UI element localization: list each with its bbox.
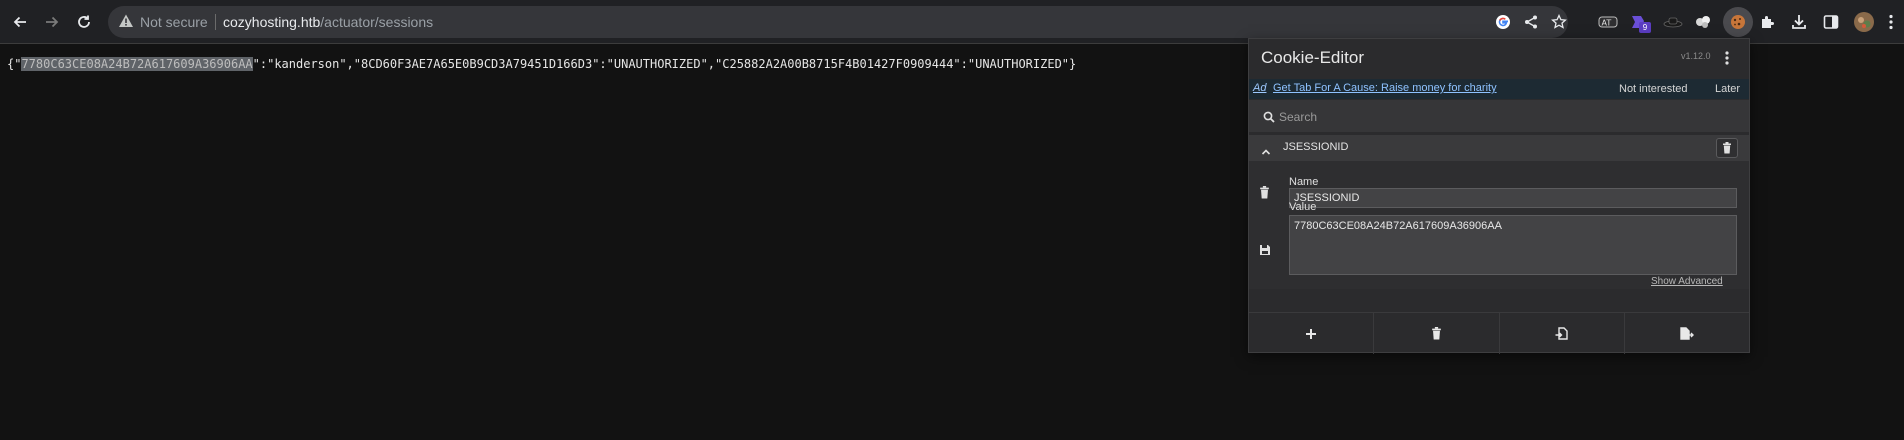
trash-icon: [1260, 186, 1269, 199]
delete-cookie-button[interactable]: [1716, 138, 1738, 158]
import-icon: [1555, 327, 1568, 340]
trash-icon: [1723, 142, 1731, 154]
extension-mask-icon[interactable]: [1692, 11, 1714, 33]
back-button[interactable]: [5, 7, 35, 37]
save-icon: [1260, 245, 1270, 255]
kebab-menu-icon: [1725, 51, 1729, 65]
avatar[interactable]: [1853, 11, 1875, 33]
cookie-editor-extension-button[interactable]: [1723, 7, 1753, 37]
delete-all-button[interactable]: [1374, 313, 1500, 354]
cookie-row-header[interactable]: JSESSIONID: [1249, 135, 1749, 161]
omnibox-divider: [215, 14, 216, 30]
highlighted-session-id: 7780C63CE08A24B72A617609A36906AA: [21, 57, 253, 71]
side-panel-icon[interactable]: [1820, 11, 1842, 33]
export-button[interactable]: [1625, 313, 1749, 354]
cookie-icon: [1731, 15, 1745, 29]
forward-arrow-icon: [46, 16, 59, 28]
popup-menu-button[interactable]: [1719, 48, 1735, 68]
popup-footer: [1249, 312, 1749, 354]
url-host: cozyhosting.htb: [223, 14, 321, 30]
export-icon: [1680, 327, 1694, 340]
cookie-edit-form: Name Value 7780C63CE08A24B72A617609A3690…: [1249, 161, 1749, 289]
reload-icon: [78, 15, 90, 28]
cookie-name-field[interactable]: [1289, 188, 1737, 208]
sessions-json-body: {"7780C63CE08A24B72A617609A36906AA":"kan…: [7, 57, 1076, 71]
cookie-search-bar: [1249, 100, 1749, 133]
cookie-header-name: JSESSIONID: [1283, 141, 1349, 153]
show-advanced-link[interactable]: Show Advanced: [1651, 276, 1723, 287]
popup-title: Cookie-Editor: [1261, 48, 1364, 67]
star-icon[interactable]: [1548, 11, 1570, 33]
url-text[interactable]: cozyhosting.htb/actuator/sessions: [223, 14, 433, 30]
ad-tag: Ad: [1253, 82, 1267, 94]
ad-later-button[interactable]: Later: [1715, 83, 1740, 95]
chrome-menu-icon[interactable]: [1880, 11, 1902, 33]
add-cookie-button[interactable]: [1249, 313, 1375, 354]
delete-icon-button[interactable]: [1259, 186, 1270, 204]
ad-banner: Ad Get Tab For A Cause: Raise money for …: [1249, 79, 1749, 99]
extensions-puzzle-icon[interactable]: [1757, 11, 1779, 33]
plus-icon: [1306, 328, 1317, 339]
ad-link[interactable]: Get Tab For A Cause: Raise money for cha…: [1273, 82, 1497, 94]
search-icon: [1263, 110, 1275, 128]
cookie-editor-popup: Cookie-Editor v1.12.0 Ad Get Tab For A C…: [1248, 38, 1750, 354]
extension-hat-icon[interactable]: [1662, 11, 1684, 33]
import-button[interactable]: [1500, 313, 1625, 354]
popup-version: v1.12.0: [1681, 51, 1711, 61]
reload-button[interactable]: [69, 7, 99, 37]
svg-text:AT: AT: [1602, 19, 1612, 28]
google-icon[interactable]: [1492, 11, 1514, 33]
forward-button[interactable]: [37, 7, 67, 37]
warning-triangle-icon[interactable]: [118, 13, 134, 34]
json-prefix: {": [7, 57, 22, 71]
search-input[interactable]: [1279, 106, 1739, 127]
security-label[interactable]: Not secure: [140, 14, 208, 30]
address-bar[interactable]: Not secure cozyhosting.htb/actuator/sess…: [108, 6, 1568, 38]
extension-purple-icon[interactable]: 9: [1627, 11, 1651, 33]
save-cookie-button[interactable]: [1259, 243, 1271, 261]
chevron-up-icon[interactable]: [1261, 143, 1271, 161]
value-label: Value: [1289, 201, 1317, 213]
back-arrow-icon: [13, 16, 26, 28]
name-label: Name: [1289, 176, 1319, 188]
ad-not-interested-button[interactable]: Not interested: [1619, 83, 1687, 95]
download-icon[interactable]: [1788, 11, 1810, 33]
share-icon[interactable]: [1520, 11, 1542, 33]
popup-header: Cookie-Editor v1.12.0: [1249, 39, 1749, 79]
extension-badge: 9: [1639, 22, 1651, 33]
trash-icon: [1432, 327, 1441, 340]
cookie-value-field[interactable]: 7780C63CE08A24B72A617609A36906AA: [1289, 215, 1737, 275]
url-path: /actuator/sessions: [320, 14, 434, 30]
json-rest: ":"kanderson","8CD60F3AE7A65E0B9CD3A7945…: [252, 57, 1077, 71]
extension-text-icon[interactable]: AT: [1597, 11, 1619, 33]
